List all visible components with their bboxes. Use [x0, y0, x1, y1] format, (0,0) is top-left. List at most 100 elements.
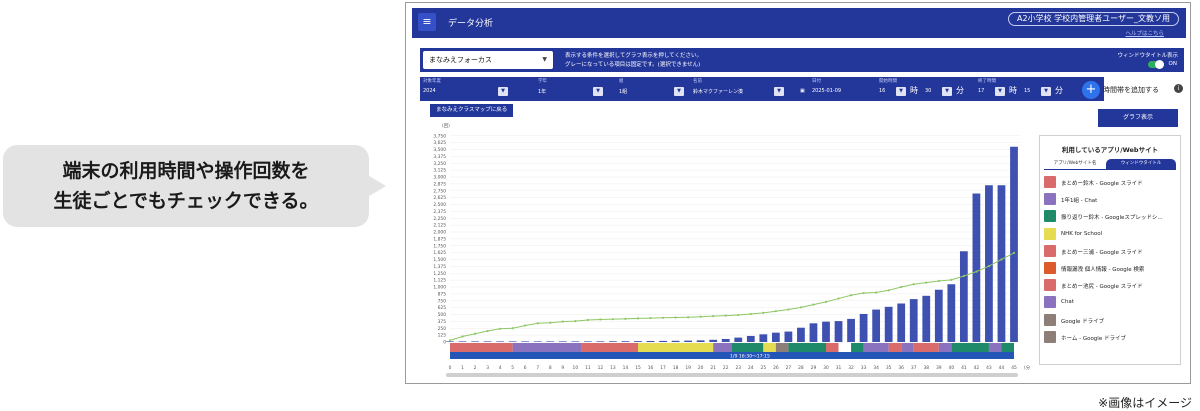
chevron-down-icon: ▼ [542, 56, 547, 63]
chevron-down-icon[interactable]: ▼ [774, 87, 784, 96]
help-link[interactable]: ヘルプはこちら [1125, 29, 1164, 37]
tab-underline [1044, 169, 1176, 170]
plus-icon[interactable]: + [1082, 81, 1100, 99]
x-tick-label: 39 [936, 365, 942, 371]
x-tick-label: 42 [974, 365, 980, 371]
bar [985, 185, 993, 342]
x-tick-label: 22 [723, 365, 729, 371]
start-hour-value: 16 [879, 88, 886, 94]
chevron-down-icon[interactable]: ▼ [942, 87, 952, 96]
bar [784, 331, 793, 342]
tab-window-titles[interactable]: ウィンドウタイトル [1106, 159, 1176, 169]
bar [483, 341, 492, 342]
y-tick-label: 875 [438, 291, 447, 297]
chevron-down-icon[interactable]: ▼ [674, 87, 684, 96]
legend-item[interactable]: 情報漏洩 個人情報 - Google 検索 [1044, 262, 1178, 274]
bar [471, 341, 479, 342]
chevron-down-icon[interactable]: ▼ [498, 87, 508, 96]
legend-label: まとめー三浦 - Google スライド [1061, 249, 1143, 256]
line-point [499, 327, 502, 330]
user-badge[interactable]: A2小学校 学校内管理者ユーザー_文教ソ用 [1008, 12, 1179, 26]
chevron-down-icon[interactable]: ▼ [896, 87, 906, 96]
line-point [937, 279, 940, 283]
mode-select[interactable]: まなみえフォーカス ▼ [423, 51, 553, 69]
window-title-toggle-label: ウィンドウタイトル表示 [1117, 53, 1178, 59]
x-tick-label: 44 [999, 365, 1005, 371]
app-header: ≡ データ分析 A2小学校 学校内管理者ユーザー_文教ソ用 ヘルプはこちら [412, 8, 1186, 38]
year-value: 2024 [423, 88, 436, 94]
legend-item[interactable]: まとめー池尻 - Google スライド [1044, 279, 1178, 292]
legend-item[interactable]: Chat [1044, 296, 1178, 309]
line-point [912, 283, 915, 286]
usage-chart: 01252503755006257508751,0001,1251,2501,3… [433, 123, 1030, 377]
window-title-toggle[interactable] [1148, 60, 1164, 69]
line-point [699, 315, 702, 318]
line-point [787, 308, 790, 311]
x-tick-label: 32 [848, 365, 854, 371]
y-tick-label: 2,500 [433, 202, 446, 208]
x-tick-label: 14 [623, 365, 629, 371]
x-tick-label: 30 [823, 365, 829, 371]
line-point [636, 317, 640, 320]
bar [922, 295, 931, 342]
legend-label: 情報漏洩 個人情報 - Google 検索 [1061, 267, 1145, 273]
line-point [950, 278, 953, 281]
x-tick-label: 18 [673, 365, 679, 371]
legend-item[interactable]: まとめー三浦 - Google スライド [1044, 244, 1178, 257]
y-tick-label: 750 [438, 298, 447, 304]
line-point [837, 297, 840, 300]
bar [847, 318, 855, 342]
x-tick-label: 12 [598, 365, 604, 371]
start-min-value: 30 [925, 88, 932, 94]
bar [834, 321, 843, 342]
line-point [524, 324, 527, 327]
x-tick-label: 40 [949, 365, 955, 371]
y-tick-label: 3,000 [433, 175, 446, 181]
timeline-segment [988, 343, 1002, 352]
legend-item[interactable]: 振り返りー鈴木 - Googleスプレッドシ... [1044, 210, 1178, 223]
y-tick-label: 1,375 [433, 264, 446, 270]
legend-item[interactable]: NHK for School [1044, 227, 1178, 240]
legend-item[interactable]: ホーム - Google ドライブ [1044, 330, 1178, 343]
bar [859, 313, 868, 342]
legend-item[interactable]: まとめー鈴木 - Google スライド [1044, 176, 1178, 188]
timeline-segment [901, 343, 914, 352]
back-to-classmap-button[interactable]: まなみえクラスマップに戻る [430, 104, 514, 117]
x-tick-label: 29 [811, 365, 817, 371]
bar [634, 341, 642, 342]
show-graph-button[interactable]: グラフ表示 [1098, 109, 1178, 127]
add-time-slot-label[interactable]: 時間帯を追加する [1103, 85, 1159, 95]
calendar-icon[interactable]: ▣ [800, 88, 805, 94]
line-point [448, 339, 452, 342]
info-icon[interactable]: i [1174, 84, 1183, 93]
chevron-down-icon[interactable]: ▼ [593, 87, 603, 96]
legend-item[interactable]: 1年1組 - Chat [1044, 193, 1178, 206]
line-point [900, 285, 903, 289]
bar [959, 251, 968, 342]
bar [533, 341, 542, 342]
line-point [812, 303, 815, 306]
x-tick-label: 7 [536, 365, 539, 371]
hamburger-icon[interactable]: ≡ [418, 13, 436, 31]
line-point [536, 322, 539, 325]
legend-swatch [1044, 313, 1056, 326]
tab-app-names[interactable]: アプリ/Webサイト名 [1044, 159, 1106, 169]
bar [609, 341, 617, 342]
x-tick-label: 5 [511, 365, 514, 371]
line-point [1012, 251, 1016, 254]
legend-item[interactable]: Google ドライブ [1044, 313, 1178, 326]
y-tick-label: 2,875 [433, 181, 446, 187]
y-tick-label: 2,375 [433, 209, 446, 215]
horizontal-scrollbar [446, 373, 1018, 377]
legend-label: Google ドライブ [1061, 318, 1105, 325]
chevron-down-icon[interactable]: ▼ [1041, 87, 1051, 96]
bar [696, 340, 705, 342]
line-point [549, 321, 552, 324]
chevron-down-icon[interactable]: ▼ [995, 87, 1005, 96]
y-tick-label: 3,625 [433, 140, 446, 146]
x-tick-label: 2 [474, 365, 477, 371]
x-tick-label: 41 [961, 365, 967, 371]
bar [746, 335, 755, 342]
y-tick-label: 0 [443, 340, 446, 346]
line-point [561, 320, 564, 323]
